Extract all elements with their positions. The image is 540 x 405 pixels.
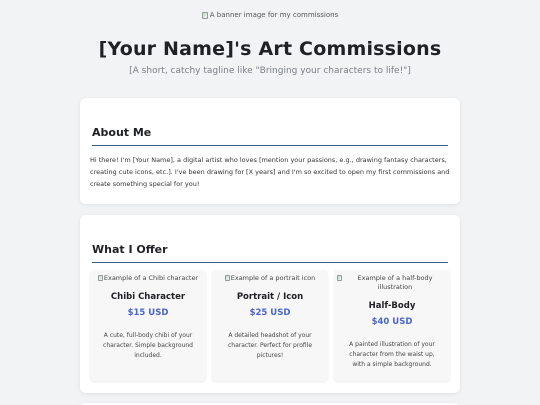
offer-name: Chibi Character [110,292,186,302]
offer-item-portrait: Example of a portrait icon Portrait / Ic… [212,270,328,381]
offer-section: What I Offer Example of a Chibi characte… [80,215,460,393]
offer-image-alt: Example of a portrait icon [230,274,316,282]
broken-image-icon [201,11,208,19]
offer-image: Example of a Chibi character [93,274,203,283]
tagline: [A short, catchy tagline like "Bringing … [129,66,411,76]
offer-grid: Example of a Chibi character Chibi Chara… [90,270,450,381]
offer-name: Portrait / Icon [236,292,304,302]
offer-description: A detailed headshot of your character. P… [227,332,313,359]
offer-image-alt: Example of a half-body illustration [357,274,433,291]
about-section: About Me Hi there! I'm [Your Name], a di… [80,98,460,204]
about-title: About Me [92,126,448,146]
page-title: [Your Name]'s Art Commissions [98,38,442,60]
offer-item-chibi: Example of a Chibi character Chibi Chara… [90,270,206,381]
broken-image-icon [224,275,230,281]
banner-image: A banner image for my commissions [0,0,540,22]
offer-title: What I Offer [92,243,448,263]
offer-price: $15 USD [127,308,169,318]
offer-description: A cute, full-body chibi of your characte… [103,332,193,359]
offer-description: A painted illustration of your character… [349,341,435,368]
offer-item-half-body: Example of a half-body illustration Half… [334,270,450,381]
about-text: Hi there! I'm [Your Name], a digital art… [90,156,450,188]
offer-price: $40 USD [371,317,413,327]
banner-alt-text: A banner image for my commissions [209,11,339,19]
offer-image: Example of a portrait icon [215,274,325,283]
offer-name: Half-Body [368,301,416,311]
offer-image-alt: Example of a Chibi character [103,274,199,282]
broken-image-icon [97,275,103,281]
broken-image-icon [337,275,342,281]
offer-price: $25 USD [249,308,291,318]
offer-image: Example of a half-body illustration [337,274,447,292]
